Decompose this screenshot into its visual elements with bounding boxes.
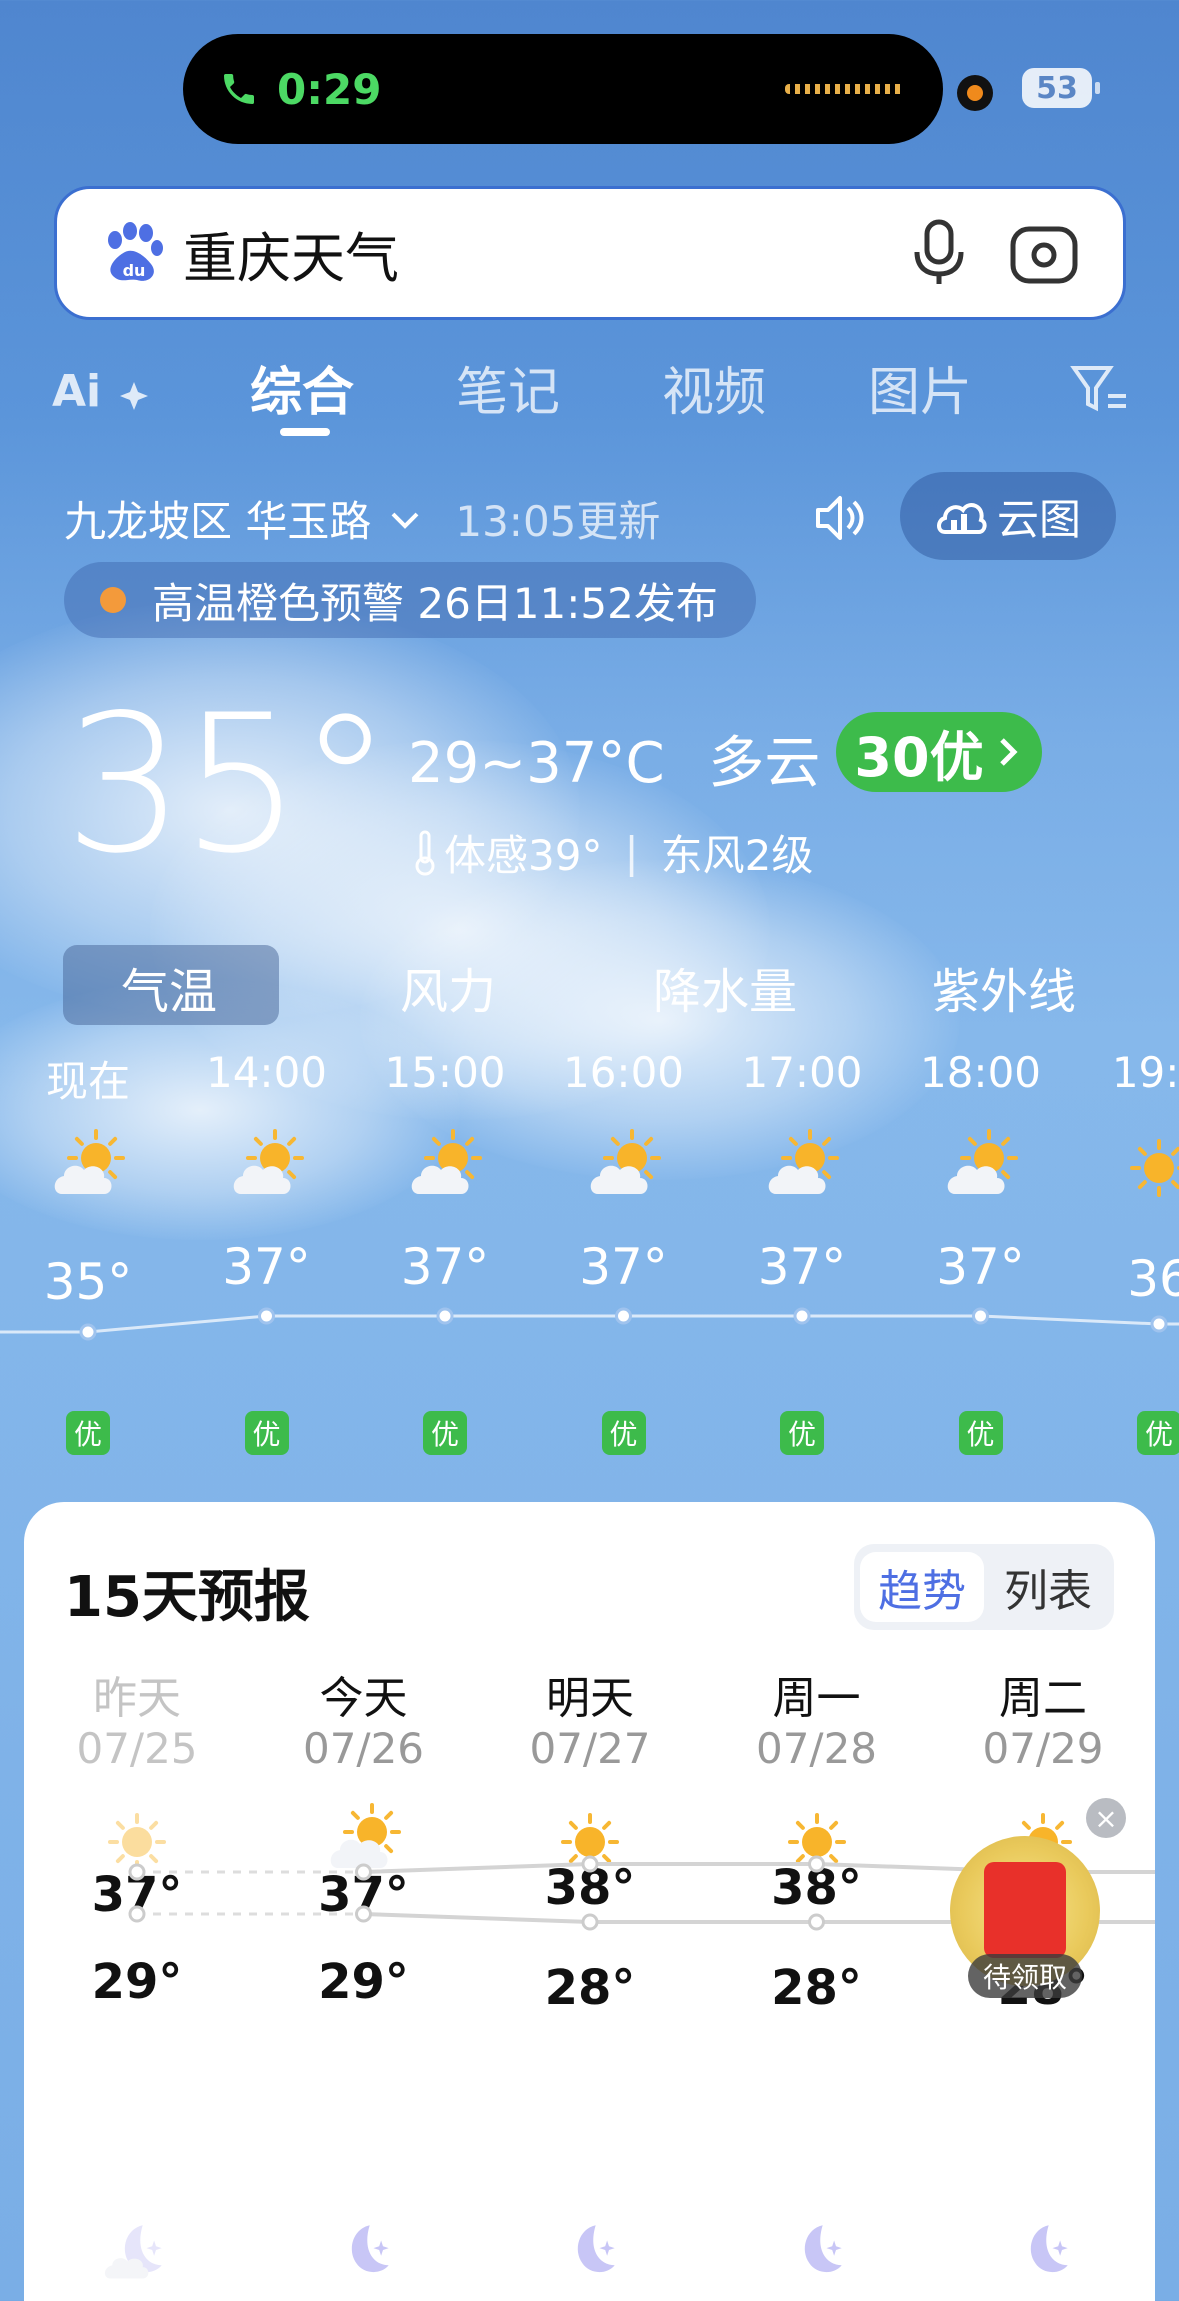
hour-time: 15:00 xyxy=(384,1048,506,1097)
current-temperature: 35° xyxy=(64,674,393,895)
temp-range: 29~37°C xyxy=(408,731,665,796)
weather-alert-badge[interactable]: 高温橙色预警 26日11:52发布 xyxy=(64,562,756,638)
temp-range-condition: 29~37°C 多云 xyxy=(408,718,820,799)
hour-time: 19:0 xyxy=(1111,1048,1179,1097)
hour-weather xyxy=(187,1128,347,1212)
ai-plus-icon[interactable]: Ai xyxy=(52,360,152,420)
separator: | xyxy=(624,828,639,877)
hour-aqi-badge: 优 xyxy=(780,1411,824,1455)
camera-indicator-icon xyxy=(957,75,993,111)
hour-time: 17:00 xyxy=(741,1048,863,1097)
metric-tab-temperature[interactable]: 气温 xyxy=(121,952,217,1022)
svg-text:Ai: Ai xyxy=(52,366,101,417)
low-point xyxy=(808,1913,825,1931)
high-point xyxy=(581,1855,599,1873)
tab-images[interactable]: 图片 xyxy=(868,350,972,425)
hour-aqi-badge: 优 xyxy=(958,1411,1003,1455)
feels-like-row: 体感39° | 东风2级 xyxy=(412,822,813,883)
hourly-temp-point xyxy=(436,1307,454,1325)
metric-tab-precipitation[interactable]: 降水量 xyxy=(653,952,797,1022)
hourly-temp-point xyxy=(972,1307,989,1325)
partly-cloudy-icon xyxy=(590,1129,661,1194)
alert-dot-icon xyxy=(100,587,126,613)
promo-label[interactable]: 待领取 xyxy=(968,1954,1082,1998)
partly-cloudy-icon xyxy=(768,1129,839,1194)
hourly-temp-point xyxy=(1150,1315,1168,1333)
location-selector[interactable]: 九龙坡区 华玉路 13:05更新 xyxy=(64,488,660,549)
tab-all[interactable]: 综合 xyxy=(250,350,354,425)
hour-weather xyxy=(1079,1128,1179,1212)
active-tab-indicator xyxy=(280,428,330,436)
low-point xyxy=(581,1913,599,1931)
search-bar[interactable]: du 重庆天气 xyxy=(54,186,1126,320)
high-point xyxy=(355,1863,372,1881)
metric-tab-uv[interactable]: 紫外线 xyxy=(932,952,1076,1022)
high-point xyxy=(128,1863,146,1881)
filter-icon[interactable] xyxy=(1070,360,1130,420)
tab-videos[interactable]: 视频 xyxy=(662,350,766,425)
hour-time: 18:00 xyxy=(919,1048,1042,1097)
phone-icon xyxy=(224,74,254,104)
feels-like: 体感39° xyxy=(444,831,603,880)
location-name: 九龙坡区 华玉路 xyxy=(64,497,372,546)
cloud-map-label: 云图 xyxy=(996,494,1081,544)
partly-cloudy-icon xyxy=(411,1129,482,1194)
hourly-temp-polyline xyxy=(0,1314,1179,1334)
hourly-temp-point xyxy=(79,1323,97,1341)
partly-cloudy-icon xyxy=(54,1129,125,1194)
partly-cloudy-icon xyxy=(233,1129,304,1194)
baidu-logo-icon: du xyxy=(108,222,163,281)
hour-aqi-badge: 优 xyxy=(601,1411,646,1455)
battery-level: 53 xyxy=(1022,68,1100,108)
metric-tab-wind[interactable]: 风力 xyxy=(400,952,496,1022)
aqi-badge[interactable]: 30优 xyxy=(836,712,1042,792)
low-point xyxy=(128,1905,146,1923)
update-time: 13:05更新 xyxy=(455,497,661,546)
hourly-temp-point xyxy=(615,1307,632,1325)
wind: 东风2级 xyxy=(660,831,814,880)
call-timer: 0:29 xyxy=(277,64,382,114)
svg-text:du: du xyxy=(123,261,146,280)
hour-weather xyxy=(365,1128,525,1212)
partly-cloudy-icon xyxy=(947,1129,1018,1194)
low-point xyxy=(355,1905,372,1923)
cloud-map-button[interactable]: 云图 xyxy=(900,472,1116,560)
weather-condition: 多云 xyxy=(708,731,821,796)
aqi-value: 30优 xyxy=(854,725,984,789)
search-input[interactable]: 重庆天气 xyxy=(183,214,911,293)
hour-time: 16:00 xyxy=(562,1048,685,1097)
dynamic-island[interactable]: 0:29 xyxy=(183,34,943,144)
sun-icon xyxy=(1130,1139,1179,1197)
chevron-right-icon xyxy=(999,738,1018,766)
hour-time: 14:00 xyxy=(205,1048,328,1097)
thermometer-icon xyxy=(415,830,435,875)
speaker-icon[interactable] xyxy=(812,490,868,546)
camera-search-icon[interactable] xyxy=(1009,221,1079,285)
close-icon[interactable]: × xyxy=(1086,1798,1126,1838)
hourly-temp-point xyxy=(793,1307,811,1325)
tab-notes[interactable]: 笔记 xyxy=(456,350,560,425)
microphone-icon[interactable] xyxy=(911,218,967,288)
hour-aqi-badge: 优 xyxy=(244,1411,289,1455)
high-point xyxy=(808,1855,825,1873)
alert-text: 高温橙色预警 26日11:52发布 xyxy=(152,578,718,628)
audio-waveform xyxy=(785,84,905,94)
hour-time: 现在 xyxy=(45,1057,130,1106)
hour-aqi-badge: 优 xyxy=(423,1411,467,1455)
hourly-temp-point xyxy=(258,1307,275,1325)
hour-aqi-badge: 优 xyxy=(1137,1411,1179,1455)
red-envelope-icon xyxy=(984,1862,1066,1958)
hour-weather xyxy=(544,1128,704,1212)
hour-weather xyxy=(722,1128,882,1212)
chevron-down-icon xyxy=(391,512,419,529)
hourly-temp-line xyxy=(0,1307,1179,1341)
hour-aqi-badge: 优 xyxy=(66,1411,110,1455)
hour-weather xyxy=(901,1128,1061,1212)
cloud-map-icon xyxy=(937,503,987,534)
hour-weather xyxy=(8,1128,168,1212)
search-tabs: Ai 综合 笔记 视频 图片 xyxy=(0,346,1179,446)
